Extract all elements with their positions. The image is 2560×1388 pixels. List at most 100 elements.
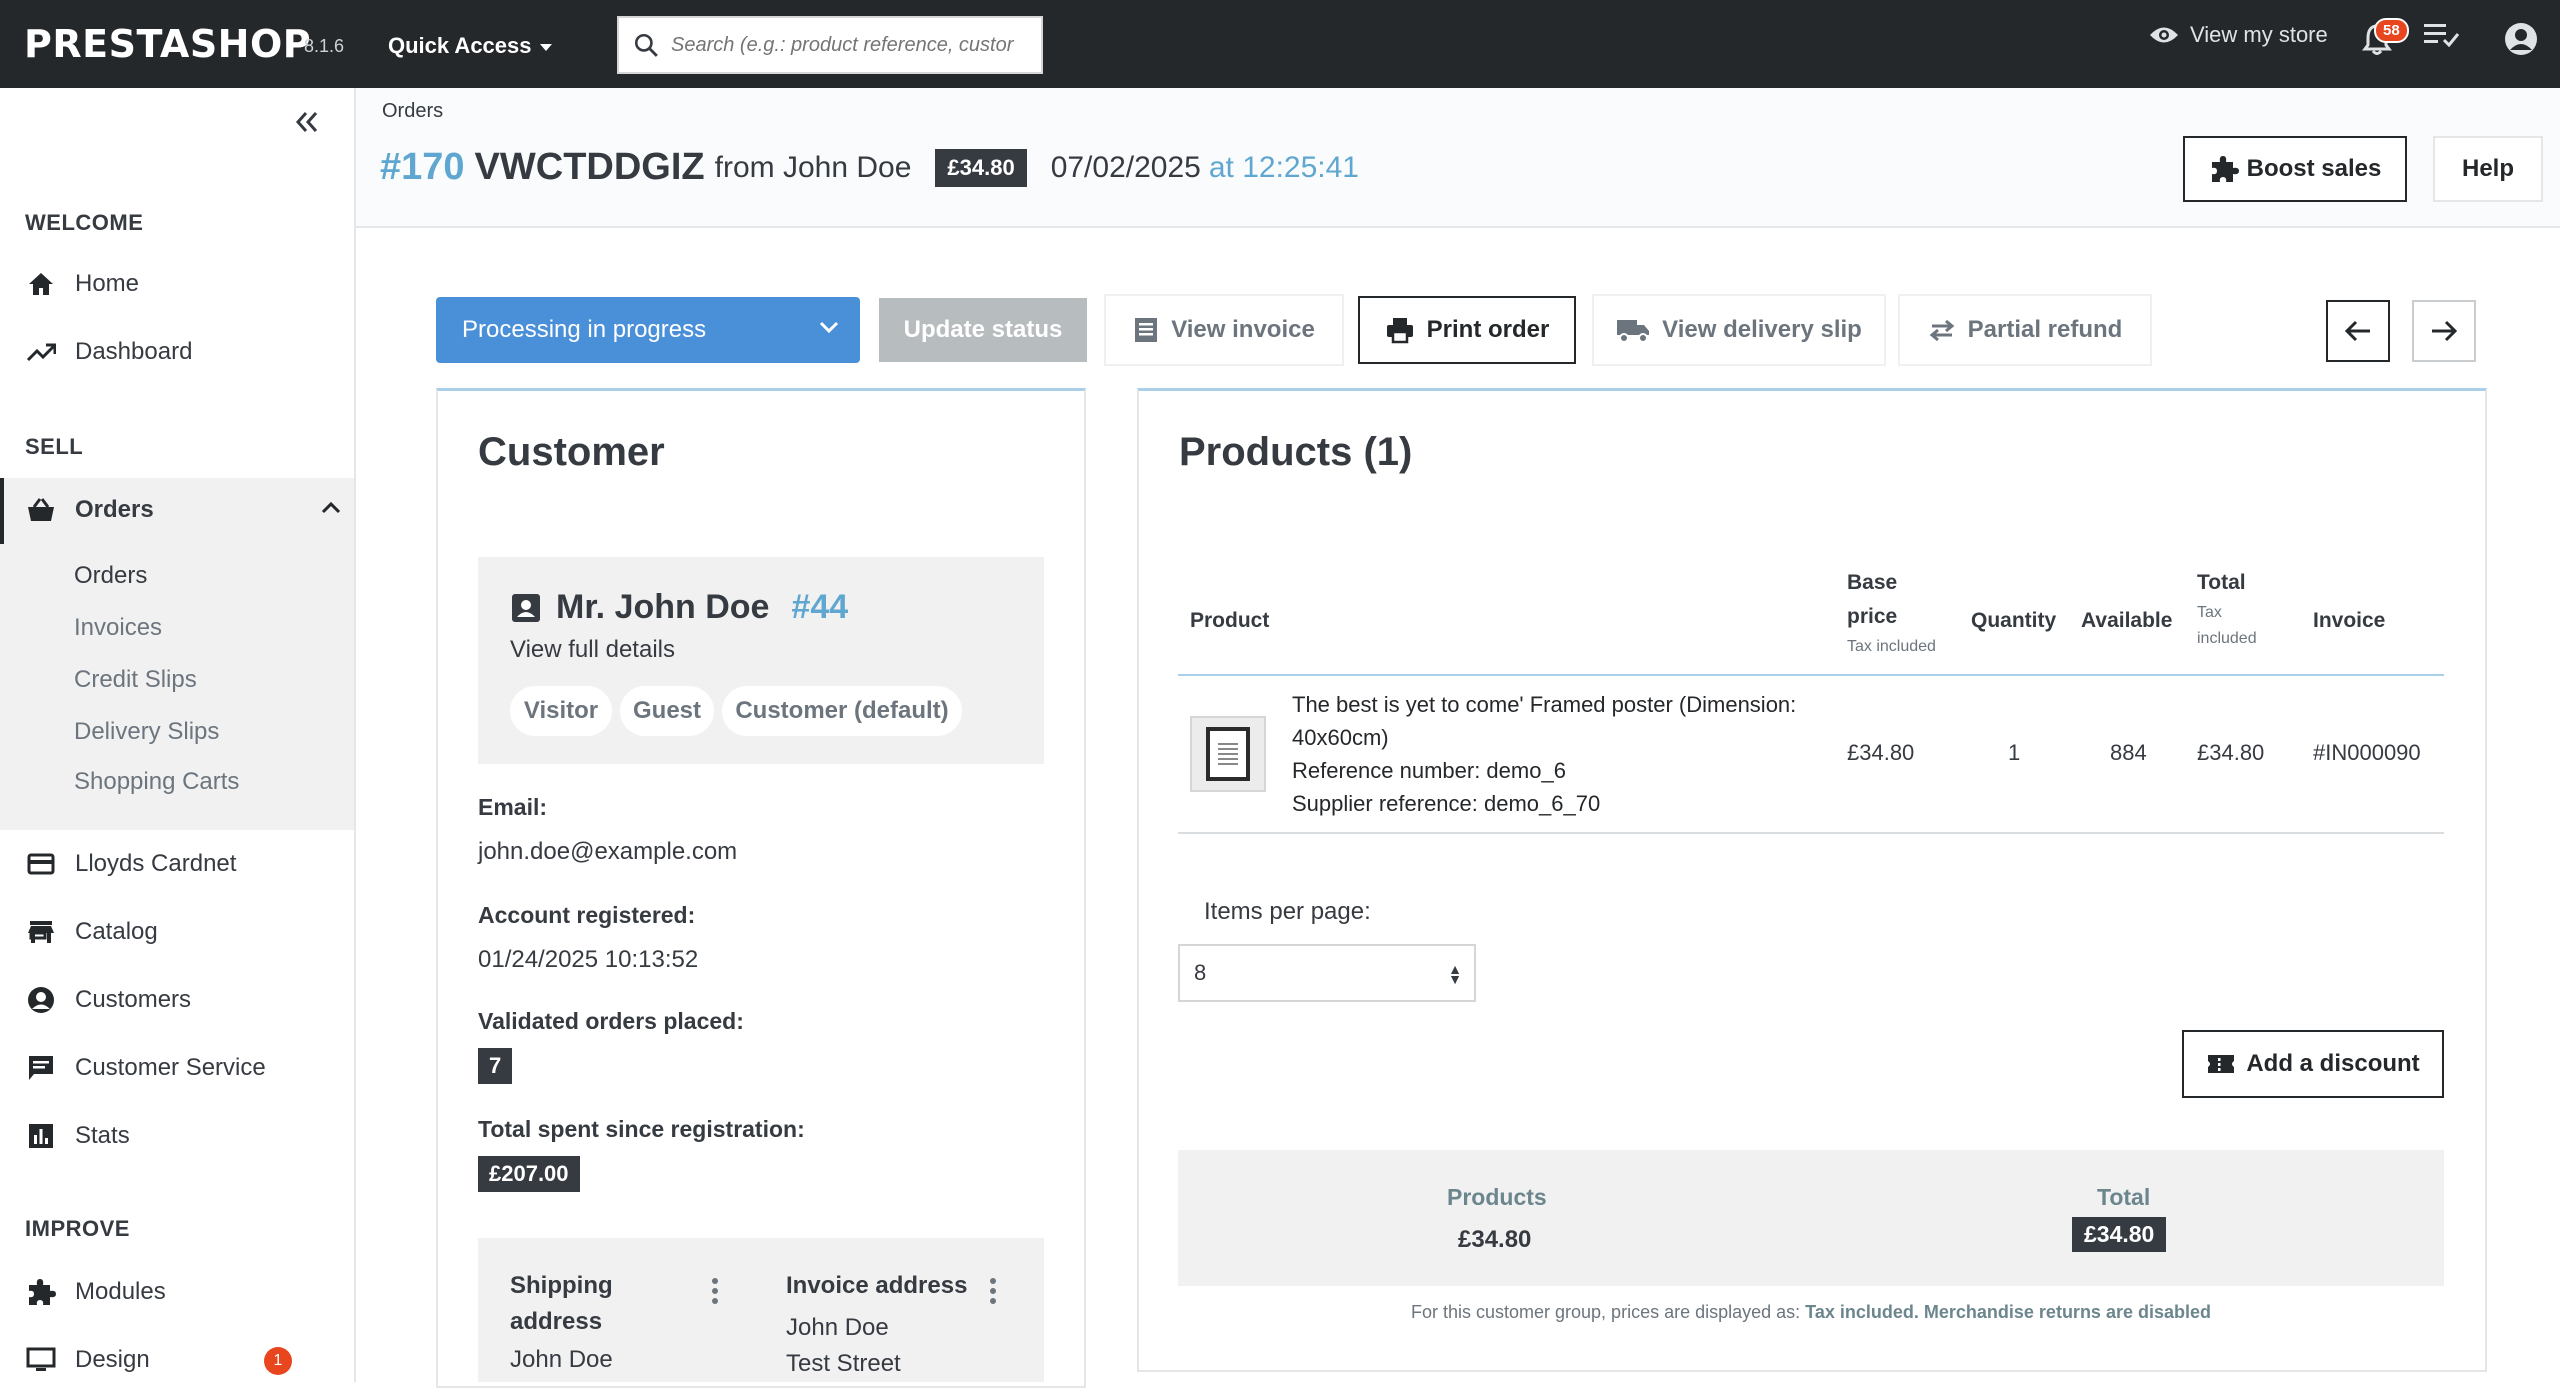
invoice-more-icon[interactable] <box>990 1278 996 1304</box>
group-pill-customer: Customer (default) <box>722 686 962 736</box>
help-button[interactable]: Help <box>2433 136 2543 202</box>
sidebar-item-customers[interactable]: Customers <box>25 984 191 1016</box>
sidebar-item-orders[interactable]: Orders <box>25 494 154 526</box>
customer-email[interactable]: john.doe@example.com <box>478 838 737 866</box>
chevron-down-icon <box>819 321 839 334</box>
col-total-line: Total <box>2197 571 2246 594</box>
product-total: £34.80 <box>2197 740 2265 765</box>
view-my-store-link[interactable]: View my store <box>2148 22 2328 48</box>
order-customer: from John Doe <box>714 150 912 184</box>
arrow-left-icon <box>2344 320 2370 342</box>
quick-access-menu[interactable]: Quick Access <box>388 33 552 59</box>
tasks-button[interactable] <box>2424 22 2460 48</box>
items-per-page-value: 8 <box>1194 960 1207 985</box>
chevron-up-icon[interactable] <box>320 500 342 519</box>
view-invoice-button[interactable]: View invoice <box>1106 296 1342 364</box>
partial-refund-button[interactable]: Partial refund <box>1900 296 2150 364</box>
search-box[interactable] <box>617 16 1043 74</box>
tax-note-tax: Tax included <box>1805 1302 1914 1322</box>
sidebar-item-dashboard[interactable]: Dashboard <box>25 336 192 368</box>
col-base-line-2: price <box>1847 605 1898 628</box>
table-row: The best is yet to come' Framed poster (… <box>1292 688 1872 820</box>
items-per-page-select[interactable]: 8 ▲ ▼ <box>1178 944 1476 1002</box>
account-registered-label: Account registered: <box>478 902 696 928</box>
product-invoice[interactable]: #IN000090 <box>2313 740 2421 766</box>
previous-order-button[interactable] <box>2326 300 2390 362</box>
sort-arrows-icon: ▲ ▼ <box>1448 961 1462 987</box>
sidebar-item-catalog[interactable]: Catalog <box>25 916 158 948</box>
col-total-sub-2: included <box>2197 630 2257 647</box>
col-base-sub: Tax included <box>1847 638 1936 655</box>
sidebar-item-label: Catalog <box>75 918 158 945</box>
items-per-page-label: Items per page: <box>1204 898 1371 925</box>
shipping-heading-line-1: Shipping <box>510 1272 613 1299</box>
add-discount-label: Add a discount <box>2246 1050 2420 1077</box>
sidebar-item-label: Stats <box>75 1122 130 1149</box>
basket-icon <box>25 494 57 526</box>
customer-card-title: Customer <box>478 430 665 474</box>
view-delivery-slip-button[interactable]: View delivery slip <box>1594 296 1884 364</box>
sidebar-subitem-shopping-carts[interactable]: Shopping Carts <box>74 768 239 796</box>
product-supplier-reference: Supplier reference: demo_6_70 <box>1292 791 1601 816</box>
group-pill-guest: Guest <box>620 686 714 736</box>
sidebar-item-label: Customers <box>75 986 192 1013</box>
sidebar-item-modules[interactable]: Modules <box>25 1276 166 1308</box>
view-invoice-label: View invoice <box>1171 316 1315 343</box>
customer-name: Mr. John Doe <box>556 588 770 626</box>
shipping-more-icon[interactable] <box>712 1278 718 1304</box>
email-label: Email: <box>478 794 548 820</box>
print-order-label: Print order <box>1426 316 1550 343</box>
invoice-street: Test Street <box>786 1350 901 1377</box>
view-delivery-slip-label: View delivery slip <box>1662 316 1862 343</box>
sidebar-subitem-delivery-slips[interactable]: Delivery Slips <box>74 718 219 746</box>
design-notification-badge: 1 <box>264 1347 292 1375</box>
search-input[interactable] <box>671 33 1031 57</box>
sidebar-item-label: Home <box>75 270 140 297</box>
totals-total-label: Total <box>2097 1184 2151 1210</box>
account-button[interactable] <box>2504 22 2538 56</box>
order-number: #170 <box>380 146 465 188</box>
total-spent-label: Total spent since registration: <box>478 1116 805 1142</box>
validated-orders-label: Validated orders placed: <box>478 1008 744 1034</box>
validated-orders-badge: 7 <box>478 1048 513 1084</box>
add-discount-button[interactable]: Add a discount <box>2182 1030 2444 1098</box>
sidebar-subitem-orders[interactable]: Orders <box>74 562 147 590</box>
next-order-button[interactable] <box>2412 300 2476 362</box>
print-order-button[interactable]: Print order <box>1358 296 1576 364</box>
contact-card-icon <box>512 593 540 622</box>
checklist-icon <box>2424 24 2460 48</box>
caret-down-icon <box>539 43 552 51</box>
desktop-icon <box>25 1344 57 1376</box>
view-full-details-link[interactable]: View full details <box>510 636 675 664</box>
account-circle-icon <box>25 984 57 1016</box>
sidebar-item-lloyds-cardnet[interactable]: Lloyds Cardnet <box>25 848 236 880</box>
product-base-price: £34.80 <box>1847 740 1915 765</box>
col-base-price: Base price Tax included <box>1847 566 1936 660</box>
totals-products-value: £34.80 <box>1458 1226 1532 1253</box>
sidebar-item-home[interactable]: Home <box>25 268 139 300</box>
sidebar-item-stats[interactable]: Stats <box>25 1120 130 1152</box>
puzzle-icon <box>2211 156 2239 182</box>
prestashop-logo[interactable]: PRESTASHOP <box>24 22 311 66</box>
sidebar-subitem-invoices[interactable]: Invoices <box>74 614 162 642</box>
product-name-line-2: 40x60cm) <box>1292 725 1389 750</box>
sidebar-item-design[interactable]: Design <box>25 1344 150 1376</box>
tax-note: For this customer group, prices are disp… <box>1410 1302 2211 1322</box>
update-status-button[interactable]: Update status <box>879 298 1087 362</box>
order-status-select[interactable]: Processing in progress <box>436 297 860 363</box>
collapse-sidebar-icon[interactable] <box>294 108 320 142</box>
col-available: Available <box>2081 609 2173 632</box>
col-quantity: Quantity <box>1971 609 2057 632</box>
store-icon <box>25 916 57 948</box>
sidebar-subitem-credit-slips[interactable]: Credit Slips <box>74 666 197 694</box>
sidebar-item-customer-service[interactable]: Customer Service <box>25 1052 266 1084</box>
product-name-line-1[interactable]: The best is yet to come' Framed poster (… <box>1292 688 1872 721</box>
boost-sales-button[interactable]: Boost sales <box>2183 136 2407 202</box>
view-my-store-label: View my store <box>2190 22 2328 47</box>
breadcrumb[interactable]: Orders <box>382 100 443 123</box>
page-header: Orders #170 VWCTDDGIZ from John Doe £34.… <box>356 88 2560 228</box>
notifications-count-badge: 58 <box>2374 18 2409 43</box>
section-welcome: WELCOME <box>25 210 144 235</box>
sidebar-item-label: Modules <box>75 1278 166 1305</box>
puzzle-icon <box>25 1276 57 1308</box>
